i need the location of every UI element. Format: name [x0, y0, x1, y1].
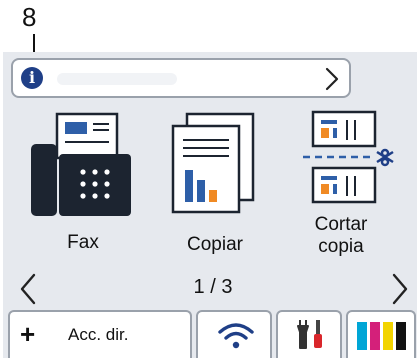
tile-label-cut-copy-line2: copia	[318, 236, 364, 257]
fax-icon	[31, 112, 131, 216]
tile-fax[interactable]: Fax	[23, 104, 143, 274]
tools-icon	[297, 320, 322, 349]
callout-number: 8	[22, 2, 37, 32]
toner-button[interactable]	[346, 310, 416, 358]
wifi-icon	[218, 323, 254, 349]
cut-copy-icon	[303, 110, 394, 204]
toner-icon	[357, 322, 406, 350]
info-icon[interactable]: i	[21, 67, 43, 89]
tile-label-fax: Fax	[67, 232, 99, 253]
tile-label-cut-copy-line1: Cortar	[314, 214, 368, 235]
chevron-right-icon[interactable]	[389, 272, 411, 306]
tile-cut-copy[interactable]: Cortar copia	[281, 104, 401, 274]
info-bar[interactable]: i	[11, 58, 351, 98]
settings-button[interactable]	[276, 310, 342, 358]
tile-copy[interactable]: Copiar	[155, 104, 275, 274]
plus-icon: +	[20, 319, 36, 349]
chevron-left-icon[interactable]	[17, 272, 39, 306]
info-message-placeholder	[57, 73, 177, 85]
shortcuts-label: Acc. dir.	[68, 325, 129, 344]
page-indicator: 1 / 3	[193, 276, 233, 298]
wifi-button[interactable]	[196, 310, 272, 358]
shortcuts-button[interactable]: + Acc. dir.	[8, 310, 192, 358]
chevron-right-icon[interactable]	[319, 66, 343, 92]
touchscreen: i Fax Copiar Cortar copia 1 / 3 + Acc. d…	[3, 52, 417, 358]
tile-label-copy: Copiar	[187, 234, 243, 255]
copy-icon	[171, 112, 255, 214]
